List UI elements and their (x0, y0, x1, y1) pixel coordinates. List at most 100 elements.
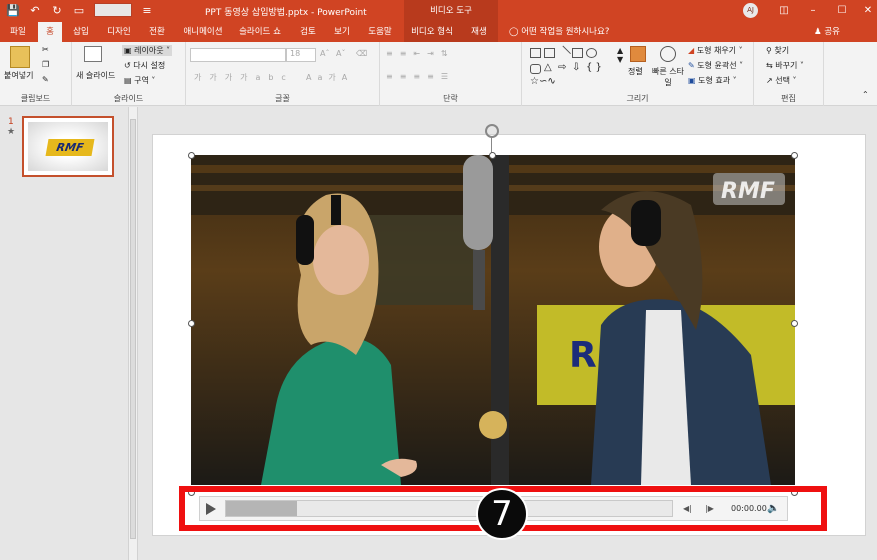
shape-fill-label: 도형 채우기 (696, 46, 737, 55)
triangle-shape[interactable]: △ (544, 62, 552, 73)
quick-styles-icon[interactable] (660, 46, 676, 62)
resize-handle-right[interactable] (791, 320, 798, 327)
resize-handle-top-right[interactable] (791, 152, 798, 159)
tab-view[interactable]: 보기 (328, 22, 356, 42)
close-button[interactable]: ✕ (860, 3, 876, 19)
shapes-gallery-more[interactable]: ▲ ▼ (617, 46, 623, 64)
select-label: 선택 (775, 76, 790, 85)
new-slide-icon[interactable] (84, 46, 102, 62)
undo-icon[interactable]: ↶ (28, 3, 42, 17)
slide-thumbnail-pane: 1 ★ RMF (0, 107, 128, 560)
maximize-button[interactable]: ☐ (834, 3, 850, 19)
quick-styles-button[interactable]: 빠른 스타일 (652, 66, 684, 88)
grow-font-icon[interactable]: Aˆ (320, 49, 329, 58)
tab-slideshow[interactable]: 슬라이드 쇼 (234, 22, 286, 42)
select-button[interactable]: ↗ 선택 ˅ (766, 75, 797, 86)
format-painter-icon[interactable]: ✎ (42, 75, 49, 84)
tab-home[interactable]: 홈 (38, 22, 62, 42)
editing-group-label: 편집 (781, 94, 796, 103)
cut-icon[interactable]: ✂ (42, 45, 49, 54)
rounded-rect-shape[interactable] (530, 64, 541, 74)
find-button[interactable]: ⚲ 찾기 (766, 45, 789, 56)
seek-bar[interactable] (225, 500, 673, 517)
shape-outline-label: 도형 윤곽선 (697, 61, 737, 70)
minimize-button[interactable]: – (805, 3, 821, 19)
drawing-group: △ ⇨ ⇩ { } ☆∽∿ ▲ ▼ 정렬 빠른 스타일 ◢ 도형 채우기 ˅ ✎ … (522, 42, 754, 106)
slides-group: 새 슬라이드 ▣ 레이아웃 ˅ ↺ 다시 설정 ▤ 구역 ˅ 슬라이드 (72, 42, 186, 106)
save-icon[interactable]: 💾 (6, 3, 20, 17)
replace-button[interactable]: ⇆ 바꾸기 ˅ (766, 60, 804, 71)
oval-shape[interactable] (586, 48, 597, 58)
scrollbar-thumb[interactable] (130, 119, 136, 539)
arrange-icon[interactable] (630, 46, 646, 62)
arrow-down-shape[interactable]: ⇩ (572, 62, 580, 73)
quick-access-toolbar: 💾 ↶ ↻ ▭ ≡ (6, 3, 154, 17)
shrink-font-icon[interactable]: Aˇ (336, 49, 345, 58)
thumbnail-scrollbar[interactable] (128, 107, 138, 560)
skip-forward-icon[interactable]: |▶ (705, 504, 714, 513)
font-style-buttons[interactable]: 가가가가abc (194, 72, 294, 83)
rotate-handle-icon[interactable] (485, 124, 499, 138)
tab-file[interactable]: 파일 (4, 22, 32, 42)
paint-bucket-icon: ◢ (688, 46, 695, 55)
alignment-buttons[interactable]: ≡≡≡≡☰ (386, 72, 455, 81)
shape-outline-button[interactable]: ✎ 도형 윤곽선 ˅ (688, 60, 743, 71)
tell-me-search[interactable]: ◯ 어떤 작업을 원하시나요? (509, 22, 609, 42)
resize-handle-top[interactable] (489, 152, 496, 159)
layout-icon: ▣ (124, 46, 132, 55)
shape-fill-button[interactable]: ◢ 도형 채우기 ˅ (688, 45, 743, 56)
thumbnail-image: RMF (28, 122, 108, 171)
tab-help[interactable]: 도움말 (362, 22, 398, 42)
video-still-image: RMF RMF (191, 155, 795, 485)
copy-icon[interactable]: ❐ (42, 60, 49, 69)
shape-effects-button[interactable]: ▣ 도형 효과 ˅ (688, 75, 737, 86)
editing-group: ⚲ 찾기 ⇆ 바꾸기 ˅ ↗ 선택 ˅ 편집 (754, 42, 824, 106)
font-name-select[interactable] (190, 48, 286, 62)
tab-animations[interactable]: 애니메이션 (178, 22, 228, 42)
list-buttons[interactable]: ≡≡⇤⇥⇅ (386, 49, 455, 58)
avatar[interactable]: AJ (743, 3, 758, 18)
start-from-beginning-icon[interactable]: ▭ (72, 3, 86, 17)
context-tool-group-label: 비디오 도구 (404, 0, 498, 22)
customize-qat-icon[interactable]: ≡ (140, 3, 154, 17)
arrange-button[interactable]: 정렬 (628, 66, 643, 77)
section-button[interactable]: ▤ 구역 ˅ (124, 75, 155, 86)
new-slide-button[interactable]: 새 슬라이드 (76, 70, 115, 81)
tab-review[interactable]: 검토 (294, 22, 322, 42)
tab-transitions[interactable]: 전환 (142, 22, 172, 42)
quick-access-dropdown-box[interactable] (94, 3, 132, 17)
resize-handle-left[interactable] (188, 320, 195, 327)
reset-button[interactable]: ↺ 다시 설정 (124, 60, 165, 71)
ribbon-display-options-icon[interactable]: ◫ (776, 3, 792, 19)
brace-shape[interactable]: { } (586, 62, 602, 73)
text-box-vertical-shape[interactable] (544, 48, 555, 58)
section-icon: ▤ (124, 76, 132, 85)
pen-icon: ✎ (688, 61, 695, 70)
clear-format-icon[interactable]: ⌫ (356, 49, 367, 58)
redo-icon[interactable]: ↻ (50, 3, 64, 17)
slide-thumbnail[interactable]: RMF (22, 116, 114, 177)
tab-video-format[interactable]: 비디오 형식 (404, 22, 460, 42)
layout-button[interactable]: ▣ 레이아웃 ˅ (122, 45, 173, 56)
volume-icon[interactable]: 🔈 (767, 503, 779, 514)
tab-insert[interactable]: 삽입 (66, 22, 96, 42)
font-color-buttons[interactable]: Aa가A (306, 72, 353, 83)
video-frame[interactable]: RMF RMF (191, 155, 795, 485)
collapse-ribbon-icon[interactable]: ⌃ (862, 90, 869, 99)
skip-back-icon[interactable]: ◀| (683, 504, 692, 513)
line-shape[interactable] (556, 45, 571, 61)
star-shape[interactable]: ☆∽∿ (530, 76, 556, 87)
share-button[interactable]: ♟ 공유 (814, 22, 840, 42)
text-box-shape[interactable] (530, 48, 541, 58)
tab-playback[interactable]: 재생 (460, 22, 498, 42)
font-size-select[interactable]: 18 (286, 48, 316, 62)
rectangle-shape[interactable] (572, 48, 583, 58)
thumbnail-logo: RMF (45, 139, 95, 156)
resize-handle-top-left[interactable] (188, 152, 195, 159)
paste-button[interactable]: 붙여넣기 (4, 70, 33, 81)
find-label: 찾기 (774, 46, 790, 55)
arrow-right-shape[interactable]: ⇨ (558, 62, 566, 73)
paste-icon[interactable] (10, 46, 30, 68)
tab-design[interactable]: 디자인 (102, 22, 136, 42)
play-icon[interactable] (206, 503, 216, 515)
